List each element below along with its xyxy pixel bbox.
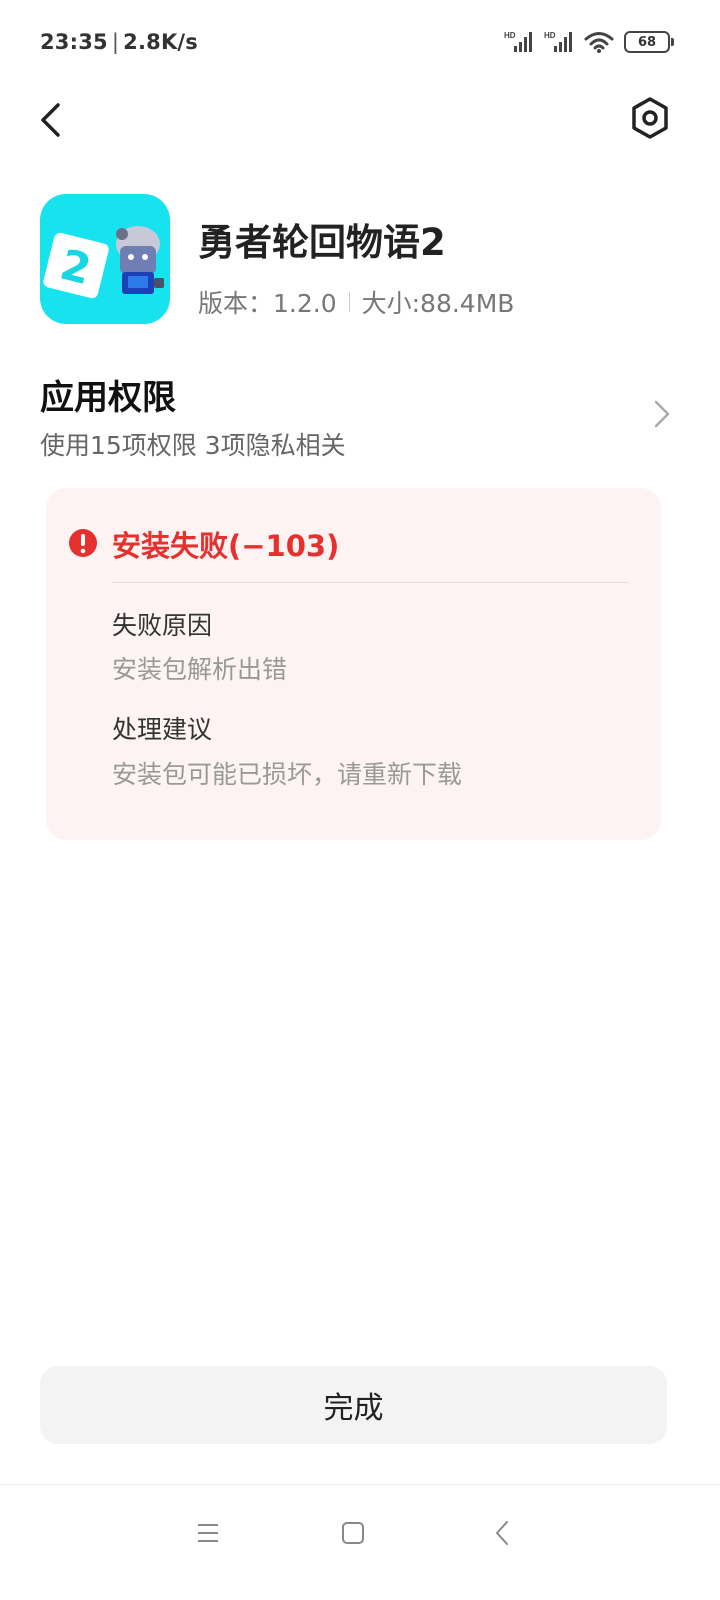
permissions-subtitle: 使用15项权限 3项隐私相关 — [40, 431, 346, 460]
back-icon — [496, 1521, 508, 1545]
signal-hd-icon-2: HD — [544, 31, 572, 52]
nav-back-button[interactable] — [482, 1513, 522, 1553]
menu-icon — [198, 1524, 218, 1542]
back-button[interactable] — [30, 98, 70, 142]
home-icon — [342, 1522, 364, 1544]
app-icon: 2 — [40, 194, 170, 324]
error-title: 安装失败(−103) — [112, 529, 340, 563]
meta-divider — [348, 292, 350, 312]
error-divider — [112, 582, 628, 583]
battery-level: 68 — [637, 34, 657, 50]
done-button[interactable]: 完成 — [40, 1366, 667, 1444]
wifi-icon — [584, 32, 614, 53]
status-bar: 23:35 | 2.8K/s HD HD 68 — [0, 0, 720, 90]
chevron-left-icon — [41, 103, 60, 137]
system-nav-bar — [0, 1484, 720, 1600]
app-name: 勇者轮回物语2 — [198, 221, 446, 264]
status-left: 23:35 | 2.8K/s — [40, 30, 198, 54]
settings-button[interactable] — [628, 96, 672, 140]
status-icons: HD HD 68 — [504, 30, 674, 54]
hexagon-settings-icon — [632, 97, 668, 139]
svg-text:HD: HD — [544, 31, 556, 40]
svg-text:HD: HD — [504, 31, 516, 40]
app-meta: 版本：1.2.0 大小:88.4MB — [198, 284, 514, 320]
permissions-title: 应用权限 — [40, 378, 176, 418]
battery-icon: 68 — [624, 31, 674, 53]
chevron-right-icon — [654, 400, 670, 428]
network-speed: 2.8K/s — [123, 30, 198, 54]
app-header: 2 勇者轮回物语2 版本：1.2.0 大小:88.4MB — [40, 194, 680, 326]
install-error-card: 安装失败(−103) 失败原因 安装包解析出错 处理建议 安装包可能已损坏，请重… — [46, 488, 661, 840]
status-time: 23:35 — [40, 30, 108, 54]
menu-button[interactable] — [188, 1513, 228, 1553]
top-nav — [0, 90, 720, 150]
error-icon — [69, 529, 97, 557]
status-separator: | — [111, 30, 120, 54]
app-version: 版本：1.2.0 — [198, 289, 337, 318]
home-button[interactable] — [333, 1513, 373, 1553]
suggestion-label: 处理建议 — [112, 715, 213, 744]
signal-hd-icon: HD — [504, 31, 532, 52]
app-size: 大小:88.4MB — [361, 289, 515, 318]
app-logo-icon: 2 — [43, 226, 164, 299]
failure-reason-label: 失败原因 — [112, 611, 213, 640]
failure-reason-value: 安装包解析出错 — [112, 655, 288, 684]
suggestion-value: 安装包可能已损坏，请重新下载 — [112, 760, 463, 789]
app-permissions-row[interactable]: 应用权限 使用15项权限 3项隐私相关 — [40, 370, 680, 460]
